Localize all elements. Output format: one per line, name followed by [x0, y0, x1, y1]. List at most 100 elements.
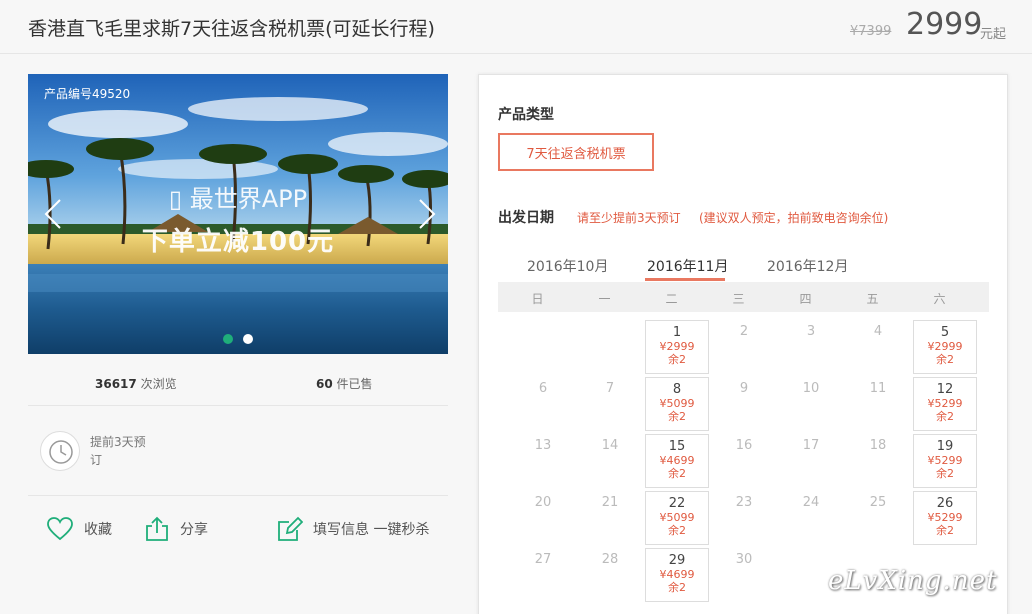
image-carousel[interactable]: 产品编号49520 ▯ 最世界APP 下单立减100元 — [28, 74, 448, 354]
calendar-day-available[interactable]: 15 ¥4699 余2 — [645, 434, 709, 488]
day-price: ¥5299 — [927, 397, 963, 410]
day-number: 22 — [668, 496, 686, 511]
share-label: 分享 — [180, 522, 208, 538]
departure-date-label: 出发日期 — [498, 210, 554, 226]
day-price: ¥4699 — [659, 454, 695, 467]
clock-icon — [40, 431, 80, 471]
page-header: 香港直飞毛里求斯7天往返含税机票(可延长行程) ¥7399 2999 元起 — [0, 0, 1032, 54]
calendar-day: 17 — [779, 434, 843, 488]
day-price: ¥5299 — [927, 454, 963, 467]
day-number: 8 — [672, 382, 682, 397]
day-number: 15 — [668, 439, 686, 454]
product-type-label: 产品类型 — [498, 107, 554, 123]
price-unit: 元起 — [980, 27, 1007, 42]
day-price: ¥4699 — [659, 568, 695, 581]
day-number: 7 — [605, 381, 615, 396]
day-number: 10 — [802, 381, 820, 396]
product-type-option[interactable]: 7天往返含税机票 — [498, 133, 654, 171]
day-number: 1 — [672, 325, 682, 340]
calendar-day: 28 — [578, 548, 642, 602]
day-number: 23 — [735, 495, 753, 510]
day-remaining: 余2 — [668, 467, 686, 480]
book-now-label: 填写信息 一键秒杀 — [313, 522, 430, 538]
carousel-dot-1[interactable] — [223, 334, 233, 344]
heart-icon — [47, 517, 73, 541]
calendar-day: 10 — [779, 377, 843, 431]
booking-panel: 产品类型 7天往返含税机票 出发日期 请至少提前3天预订 (建议双人预定，拍前致… — [478, 74, 1008, 614]
current-price: 2999 — [906, 7, 983, 42]
calendar-day: 7 — [578, 377, 642, 431]
day-remaining: 余2 — [936, 353, 954, 366]
calendar-day: 6 — [511, 377, 575, 431]
day-number: 19 — [936, 439, 954, 454]
day-remaining: 余2 — [936, 467, 954, 480]
phone-icon: ▯ — [168, 185, 190, 213]
favorite-button[interactable]: 收藏 — [46, 514, 112, 544]
calendar-day-available[interactable]: 12 ¥5299 余2 — [913, 377, 977, 431]
day-number: 5 — [940, 325, 950, 340]
advance-text: 提前3天预订 — [90, 435, 146, 467]
weekday-wed: 三 — [732, 292, 745, 306]
edit-icon — [278, 516, 303, 541]
day-price: ¥5099 — [659, 511, 695, 524]
beach-photo — [28, 74, 448, 354]
calendar-day: 18 — [846, 434, 910, 488]
weekday-sat: 六 — [933, 292, 946, 306]
day-number: 17 — [802, 438, 820, 453]
calendar-day: 30 — [712, 548, 776, 602]
chevron-left-icon — [44, 199, 61, 229]
banner-app-text: ▯ 最世界APP — [28, 179, 448, 214]
calendar-day: 14 — [578, 434, 642, 488]
calendar-day: 9 — [712, 377, 776, 431]
day-remaining: 余2 — [936, 410, 954, 423]
stats-bar: 36617 次浏览 60 件已售 — [28, 370, 448, 406]
calendar-day-available[interactable]: 19 ¥5299 余2 — [913, 434, 977, 488]
weekday-thu: 四 — [799, 292, 812, 306]
day-price: ¥2999 — [927, 340, 963, 353]
carousel-next-button[interactable] — [412, 194, 442, 234]
calendar-day-available[interactable]: 22 ¥5099 余2 — [645, 491, 709, 545]
calendar-day: 27 — [511, 548, 575, 602]
day-number: 30 — [735, 552, 753, 567]
weekday-fri: 五 — [866, 292, 879, 306]
calendar-day-available[interactable]: 1 ¥2999 余2 — [645, 320, 709, 374]
carousel-prev-button[interactable] — [38, 194, 68, 234]
day-number: 12 — [936, 382, 954, 397]
calendar-day: 3 — [779, 320, 843, 374]
banner-promo-text: 下单立减100元 — [141, 227, 335, 257]
day-number: 27 — [534, 552, 552, 567]
day-price: ¥5099 — [659, 397, 695, 410]
tab-month-october[interactable]: 2016年10月 — [527, 256, 608, 276]
book-now-button[interactable]: 填写信息 一键秒杀 — [277, 514, 429, 544]
day-price: ¥5299 — [927, 511, 963, 524]
day-number: 18 — [869, 438, 887, 453]
calendar-day: 23 — [712, 491, 776, 545]
day-number: 16 — [735, 438, 753, 453]
active-month-indicator — [645, 278, 725, 281]
watermark: eLvXing.net — [828, 566, 998, 596]
product-code: 产品编号49520 — [44, 87, 131, 101]
share-button[interactable]: 分享 — [144, 514, 208, 544]
day-number: 21 — [601, 495, 619, 510]
carousel-dot-2[interactable] — [243, 334, 253, 344]
views-label: 次浏览 — [140, 377, 177, 391]
tab-month-december[interactable]: 2016年12月 — [767, 256, 848, 276]
day-number: 29 — [668, 553, 686, 568]
day-number: 25 — [869, 495, 887, 510]
advance-booking: 提前3天预订 — [28, 406, 448, 496]
original-price: ¥7399 — [850, 24, 892, 39]
app-name: 最世界APP — [189, 185, 308, 213]
tab-month-november[interactable]: 2016年11月 — [647, 256, 728, 276]
calendar-day-available[interactable]: 29 ¥4699 余2 — [645, 548, 709, 602]
chevron-right-icon — [419, 199, 436, 229]
calendar-day: 4 — [846, 320, 910, 374]
views-count: 36617 — [95, 377, 137, 391]
day-number: 4 — [873, 324, 883, 339]
day-number: 11 — [869, 381, 887, 396]
calendar-day: 13 — [511, 434, 575, 488]
calendar-day-available[interactable]: 5 ¥2999 余2 — [913, 320, 977, 374]
calendar-day-available[interactable]: 8 ¥5099 余2 — [645, 377, 709, 431]
day-number: 26 — [936, 496, 954, 511]
calendar-day-available[interactable]: 26 ¥5299 余2 — [913, 491, 977, 545]
day-number: 13 — [534, 438, 552, 453]
